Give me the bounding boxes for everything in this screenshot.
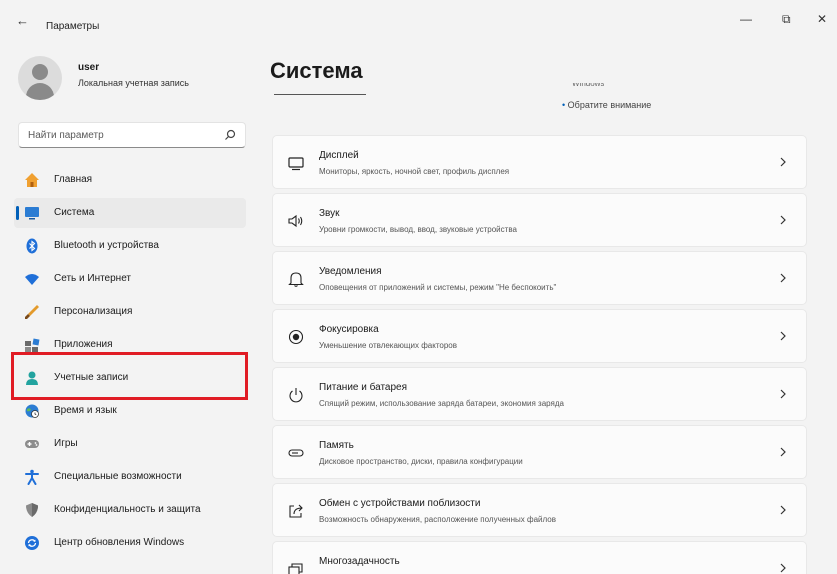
card-title: Многозадачность <box>319 556 400 567</box>
chevron-right-icon <box>780 273 786 283</box>
card-title: Фокусировка <box>319 324 379 335</box>
sidebar-item-label: Время и язык <box>54 405 117 416</box>
sidebar-item-label: Приложения <box>54 339 113 350</box>
system-icon <box>25 207 39 220</box>
settings-card-nearby-sharing[interactable]: Обмен с устройствами поблизости Возможно… <box>272 483 807 537</box>
search-input[interactable] <box>19 123 209 147</box>
main-content: Система Windows • Обратите внимание Дисп… <box>262 40 837 574</box>
bell-icon <box>288 272 304 287</box>
brush-icon <box>25 305 39 319</box>
card-title: Уведомления <box>319 266 382 277</box>
bluetooth-icon <box>26 238 38 254</box>
highlight-box <box>11 352 248 400</box>
bullet-icon: • <box>562 100 566 110</box>
card-description: Дисковое пространство, диски, правила ко… <box>319 457 523 466</box>
card-title: Дисплей <box>319 150 359 161</box>
attention-link[interactable]: • Обратите внимание <box>562 100 651 110</box>
sidebar-item-label: Специальные возможности <box>54 471 182 482</box>
gamepad-icon <box>25 440 39 448</box>
search-icon[interactable] <box>223 128 237 142</box>
chevron-right-icon <box>780 447 786 457</box>
sidebar-item-label: Персонализация <box>54 306 133 317</box>
settings-card-multitasking[interactable]: Многозадачность <box>272 541 807 574</box>
accessibility-icon <box>25 469 39 485</box>
avatar <box>18 56 62 100</box>
settings-card-sound[interactable]: Звук Уровни громкости, вывод, ввод, звук… <box>272 193 807 247</box>
focus-icon <box>288 329 304 345</box>
selection-indicator <box>16 206 19 220</box>
account-type: Локальная учетная запись <box>78 78 189 88</box>
card-description: Оповещения от приложений и системы, режи… <box>319 283 557 292</box>
search-box <box>18 122 246 148</box>
shield-icon <box>26 503 38 517</box>
sidebar-item-label: Bluetooth и устройства <box>54 240 159 251</box>
chevron-right-icon <box>780 505 786 515</box>
sidebar: user Локальная учетная запись Главная Си… <box>0 40 262 574</box>
chevron-right-icon <box>780 389 786 399</box>
back-arrow-icon[interactable]: ← <box>16 13 29 28</box>
partial-text: Windows <box>572 83 605 88</box>
maximize-button[interactable]: ⧉ <box>782 12 791 27</box>
card-description: Мониторы, яркость, ночной свет, профиль … <box>319 167 510 176</box>
page-title: Система <box>270 58 363 83</box>
sidebar-item-system[interactable]: Система <box>14 198 246 228</box>
wifi-icon <box>25 274 39 285</box>
settings-card-storage[interactable]: Память Дисковое пространство, диски, пра… <box>272 425 807 479</box>
globe-clock-icon <box>25 404 39 418</box>
card-description: Спящий режим, использование заряда батар… <box>319 399 564 408</box>
sidebar-item-personalization[interactable]: Персонализация <box>14 297 246 327</box>
sidebar-item-gaming[interactable]: Игры <box>14 429 246 459</box>
chevron-right-icon <box>780 331 786 341</box>
sidebar-item-home[interactable]: Главная <box>14 165 246 195</box>
share-icon <box>289 504 303 518</box>
update-icon <box>25 536 39 550</box>
card-title: Память <box>319 440 354 451</box>
settings-card-display[interactable]: Дисплей Мониторы, яркость, ночной свет, … <box>272 135 807 189</box>
minimize-button[interactable]: — <box>740 12 752 26</box>
sidebar-item-bluetooth[interactable]: Bluetooth и устройства <box>14 231 246 261</box>
username: user <box>78 62 100 73</box>
sidebar-item-label: Игры <box>54 438 78 449</box>
sidebar-item-label: Сеть и Интернет <box>54 273 132 284</box>
settings-card-power[interactable]: Питание и батарея Спящий режим, использо… <box>272 367 807 421</box>
attention-label: Обратите внимание <box>567 100 652 110</box>
title-bar: ← Параметры — ⧉ ✕ <box>0 0 837 40</box>
settings-card-notifications[interactable]: Уведомления Оповещения от приложений и с… <box>272 251 807 305</box>
chevron-right-icon <box>780 563 786 573</box>
sidebar-item-network[interactable]: Сеть и Интернет <box>14 264 246 294</box>
card-description: Уменьшение отвлекающих факторов <box>319 341 457 350</box>
home-icon <box>25 173 39 187</box>
multitask-icon <box>288 563 303 574</box>
close-button[interactable]: ✕ <box>817 12 827 26</box>
power-icon <box>289 388 303 403</box>
card-description: Уровни громкости, вывод, ввод, звуковые … <box>319 225 517 234</box>
apps-icon <box>25 338 40 352</box>
sidebar-item-time-language[interactable]: Время и язык <box>14 396 246 426</box>
chevron-right-icon <box>780 157 786 167</box>
card-title: Звук <box>319 208 340 219</box>
chevron-right-icon <box>780 215 786 225</box>
window-title: Параметры <box>46 21 100 32</box>
sidebar-item-label: Центр обновления Windows <box>54 537 185 548</box>
settings-card-focus[interactable]: Фокусировка Уменьшение отвлекающих факто… <box>272 309 807 363</box>
card-description: Возможность обнаружения, расположение по… <box>319 515 556 524</box>
sidebar-item-label: Главная <box>54 174 93 185</box>
speaker-icon <box>288 214 303 228</box>
sidebar-item-windows-update[interactable]: Центр обновления Windows <box>14 528 246 558</box>
title-underline <box>274 94 366 95</box>
display-icon <box>288 157 304 171</box>
card-title: Питание и батарея <box>319 382 408 393</box>
storage-icon <box>288 449 304 457</box>
sidebar-item-privacy[interactable]: Конфиденциальность и защита <box>14 495 246 525</box>
sidebar-item-accessibility[interactable]: Специальные возможности <box>14 462 246 492</box>
card-title: Обмен с устройствами поблизости <box>319 498 481 509</box>
sidebar-item-label: Конфиденциальность и защита <box>54 504 201 515</box>
user-profile[interactable]: user Локальная учетная запись <box>18 56 248 106</box>
sidebar-item-label: Система <box>54 207 95 218</box>
